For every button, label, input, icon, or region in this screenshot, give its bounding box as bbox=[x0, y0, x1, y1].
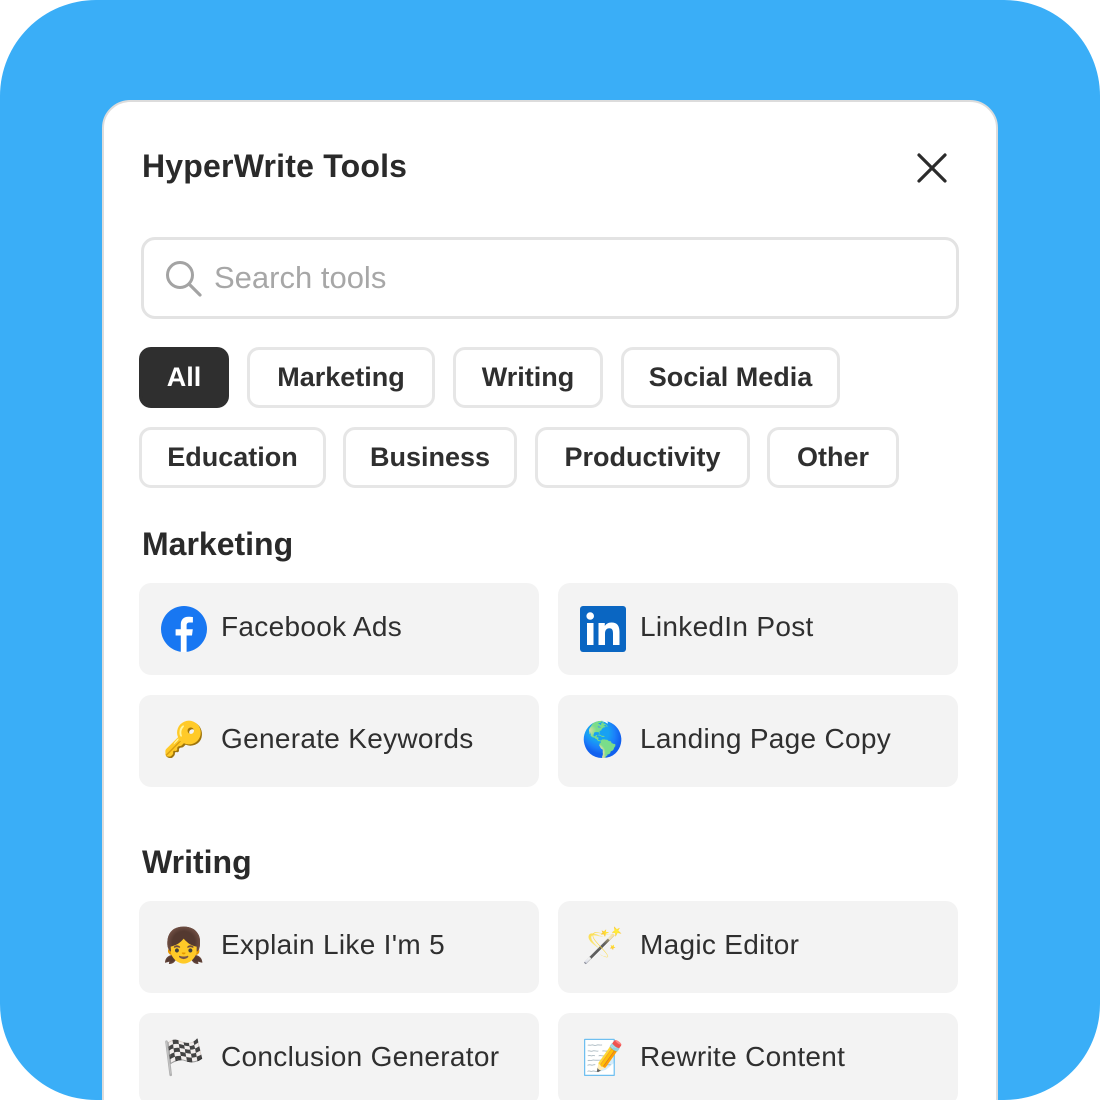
tool-card-generate-keywords[interactable]: 🔑 Generate Keywords bbox=[139, 695, 539, 787]
tool-label: Facebook Ads bbox=[221, 611, 403, 642]
filter-chip-social-media[interactable]: Social Media bbox=[621, 347, 840, 408]
tool-card-magic-editor[interactable]: 🪄 Magic Editor bbox=[558, 901, 958, 993]
tool-card-conclusion-generator[interactable]: 🏁 Conclusion Generator bbox=[139, 1013, 539, 1100]
tool-label: Generate Keywords bbox=[221, 723, 474, 754]
search-icon bbox=[166, 261, 202, 297]
tool-label: Landing Page Copy bbox=[640, 723, 892, 754]
tool-label: Magic Editor bbox=[640, 929, 800, 960]
search-input[interactable] bbox=[214, 254, 934, 302]
tool-card-explain-like-im-5[interactable]: 👧 Explain Like I'm 5 bbox=[139, 901, 539, 993]
close-button[interactable] bbox=[912, 148, 952, 188]
section-title-writing: Writing bbox=[142, 844, 252, 880]
app-background: HyperWrite Tools All Marketing Writing S… bbox=[0, 0, 1100, 1100]
memo-icon: 📝 bbox=[581, 1039, 625, 1077]
filter-chip-business[interactable]: Business bbox=[343, 427, 517, 488]
filter-chip-writing[interactable]: Writing bbox=[453, 347, 603, 408]
facebook-icon bbox=[161, 606, 207, 652]
tools-panel: HyperWrite Tools All Marketing Writing S… bbox=[102, 100, 998, 1100]
linkedin-icon bbox=[580, 606, 626, 652]
filter-chip-productivity[interactable]: Productivity bbox=[535, 427, 750, 488]
filter-chip-other[interactable]: Other bbox=[767, 427, 899, 488]
tool-label: Conclusion Generator bbox=[221, 1041, 500, 1072]
magic-wand-icon: 🪄 bbox=[581, 927, 625, 965]
section-title-marketing: Marketing bbox=[142, 526, 294, 562]
search-box[interactable] bbox=[141, 237, 959, 319]
filter-chip-education[interactable]: Education bbox=[139, 427, 326, 488]
filter-chip-all[interactable]: All bbox=[139, 347, 229, 408]
tool-label: Explain Like I'm 5 bbox=[221, 929, 445, 960]
tool-card-linkedin-post[interactable]: LinkedIn Post bbox=[558, 583, 958, 675]
globe-icon: 🌎 bbox=[581, 721, 625, 759]
tool-label: LinkedIn Post bbox=[640, 611, 814, 642]
filter-chip-marketing[interactable]: Marketing bbox=[247, 347, 435, 408]
tool-card-landing-page-copy[interactable]: 🌎 Landing Page Copy bbox=[558, 695, 958, 787]
tool-label: Rewrite Content bbox=[640, 1041, 846, 1072]
panel-title: HyperWrite Tools bbox=[142, 148, 408, 184]
tool-card-rewrite-content[interactable]: 📝 Rewrite Content bbox=[558, 1013, 958, 1100]
close-icon bbox=[917, 153, 947, 183]
checkered-flag-icon: 🏁 bbox=[162, 1039, 206, 1077]
girl-icon: 👧 bbox=[162, 927, 206, 965]
tool-card-facebook-ads[interactable]: Facebook Ads bbox=[139, 583, 539, 675]
key-icon: 🔑 bbox=[162, 721, 206, 759]
